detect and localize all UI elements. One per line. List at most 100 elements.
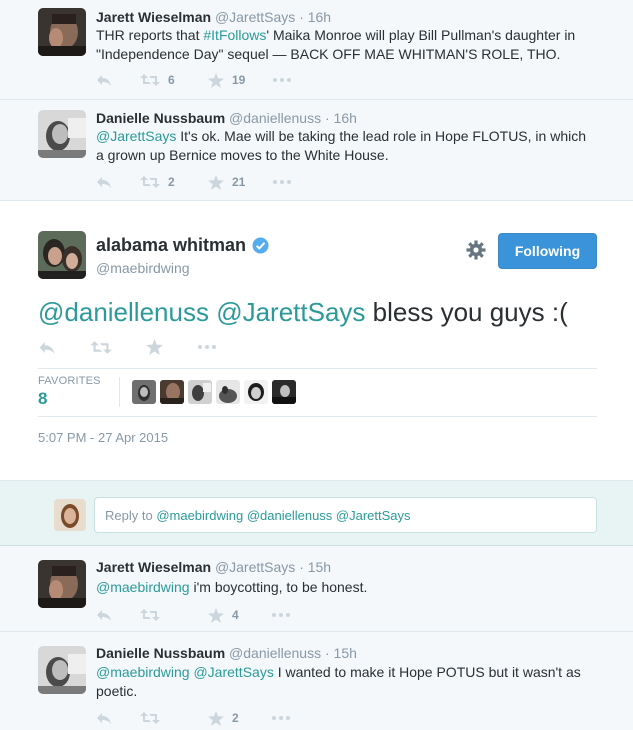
reply-icon: [97, 75, 111, 86]
reply-icon: [97, 177, 111, 188]
favorite-count: 2: [232, 711, 239, 725]
reply-mentions: @maebirdwing @daniellenuss @JarettSays: [156, 508, 411, 523]
retweet-button[interactable]: [140, 608, 180, 622]
retweet-button[interactable]: [90, 340, 112, 355]
author-handle[interactable]: @maebirdwing: [96, 260, 190, 276]
favorite-button[interactable]: 4: [208, 607, 244, 623]
retweet-button[interactable]: [140, 711, 180, 725]
author-name[interactable]: Jarett Wieselman: [96, 9, 211, 25]
tweet-text: @daniellenuss @JarettSays bless you guys…: [38, 297, 568, 328]
author-name-text[interactable]: alabama whitman: [96, 235, 246, 256]
star-icon: [208, 72, 224, 88]
tweet-actions: 4: [96, 606, 318, 624]
avatar[interactable]: [38, 8, 86, 56]
tweet-timestamp[interactable]: 5:07 PM - 27 Apr 2015: [38, 430, 168, 445]
author-handle[interactable]: @JarettSays: [215, 559, 295, 575]
tweet-text-part: i'm boycotting, to be honest.: [189, 579, 368, 595]
reply-icon: [97, 713, 111, 724]
tweet-text: @maebirdwing i'm boycotting, to be hones…: [96, 578, 596, 597]
mention-link[interactable]: @maebirdwing: [96, 579, 190, 595]
context-tweet-1[interactable]: Jarett Wieselman @JarettSays · 16h THR r…: [0, 0, 633, 100]
tweet-time[interactable]: · 16h: [325, 110, 357, 126]
more-button[interactable]: [197, 345, 217, 349]
favoriter-avatar[interactable]: [216, 380, 240, 404]
more-button[interactable]: [273, 78, 292, 82]
tweet-actions: 6 19: [96, 71, 319, 89]
favoriter-avatar[interactable]: [160, 380, 184, 404]
reply-button[interactable]: [96, 175, 112, 189]
avatar[interactable]: [38, 231, 86, 279]
favorite-button[interactable]: 2: [208, 710, 244, 726]
tweet-header: Jarett Wieselman @JarettSays · 16h: [96, 9, 331, 25]
author-name[interactable]: Danielle Nussbaum: [96, 645, 225, 661]
main-tweet: alabama whitman @maebirdwing Following @…: [0, 201, 633, 481]
more-button[interactable]: [272, 716, 290, 720]
mention-link[interactable]: @JarettSays: [216, 297, 365, 327]
reply-tweet-2[interactable]: Danielle Nussbaum @daniellenuss · 15h @m…: [0, 632, 633, 730]
reply-button[interactable]: [38, 340, 56, 355]
favorite-count: 19: [232, 73, 246, 87]
tweet-actions: 2: [96, 709, 318, 727]
favorite-button[interactable]: [146, 339, 163, 355]
tweet-actions: [38, 339, 251, 355]
verified-badge-icon: [252, 237, 269, 254]
hashtag-link[interactable]: #ItFollows: [203, 27, 266, 43]
mention-link[interactable]: @JarettSays: [96, 128, 176, 144]
reply-button[interactable]: [96, 608, 112, 622]
avatar[interactable]: [38, 110, 86, 158]
tweet-time[interactable]: · 15h: [325, 645, 357, 661]
favoriter-avatar[interactable]: [272, 380, 296, 404]
favorite-button[interactable]: 21: [208, 174, 246, 190]
retweet-button[interactable]: 2: [140, 175, 180, 189]
star-icon: [208, 607, 224, 623]
mention-link[interactable]: @maebirdwing @JarettSays: [96, 664, 274, 680]
author-handle[interactable]: @JarettSays: [215, 9, 295, 25]
favorite-count: 21: [232, 175, 246, 189]
author-handle[interactable]: @daniellenuss: [229, 645, 321, 661]
reply-button[interactable]: [96, 711, 112, 725]
favoriter-avatar[interactable]: [244, 380, 268, 404]
reply-icon: [97, 610, 111, 621]
retweet-count: 6: [168, 73, 175, 87]
retweet-button[interactable]: 6: [140, 73, 180, 87]
avatar[interactable]: [38, 560, 86, 608]
avatar[interactable]: [38, 646, 86, 694]
settings-button[interactable]: [466, 240, 486, 263]
reply-composer: Reply to @maebirdwing @daniellenuss @Jar…: [0, 481, 633, 546]
reply-tweet-1[interactable]: Jarett Wieselman @JarettSays · 15h @maeb…: [0, 546, 633, 632]
avatar: [54, 499, 86, 531]
favoriter-avatars: [132, 380, 300, 404]
tweet-text-part: THR reports that: [96, 27, 204, 43]
tweet-text: @JarettSays It's ok. Mae will be taking …: [96, 127, 596, 165]
favorite-button[interactable]: 19: [208, 72, 246, 88]
reply-icon: [39, 341, 55, 354]
favoriter-avatar[interactable]: [188, 380, 212, 404]
reply-input[interactable]: Reply to @maebirdwing @daniellenuss @Jar…: [94, 497, 597, 533]
star-icon: [146, 339, 163, 355]
author-name[interactable]: Danielle Nussbaum: [96, 110, 225, 126]
author-name[interactable]: Jarett Wieselman: [96, 559, 211, 575]
reply-prefix: Reply to: [105, 508, 157, 523]
author-handle[interactable]: @daniellenuss: [229, 110, 321, 126]
more-icon: [273, 180, 292, 184]
retweet-icon: [90, 340, 112, 354]
tweet-time[interactable]: · 15h: [299, 559, 331, 575]
mention-link[interactable]: @daniellenuss: [38, 297, 209, 327]
context-tweet-2[interactable]: Danielle Nussbaum @daniellenuss · 16h @J…: [0, 100, 633, 201]
divider: [38, 416, 597, 417]
more-button[interactable]: [273, 180, 292, 184]
reply-button[interactable]: [96, 73, 112, 87]
author-name[interactable]: alabama whitman: [96, 235, 269, 256]
favorites-count[interactable]: 8: [38, 389, 47, 409]
tweet-time[interactable]: · 16h: [299, 9, 331, 25]
retweet-icon: [140, 609, 160, 621]
more-icon: [272, 716, 290, 720]
more-icon: [273, 78, 292, 82]
retweet-icon: [140, 176, 160, 188]
more-button[interactable]: [272, 613, 290, 617]
favoriter-avatar[interactable]: [132, 380, 156, 404]
following-button[interactable]: Following: [498, 233, 597, 269]
more-icon: [272, 613, 290, 617]
divider: [119, 377, 120, 407]
star-icon: [208, 174, 224, 190]
